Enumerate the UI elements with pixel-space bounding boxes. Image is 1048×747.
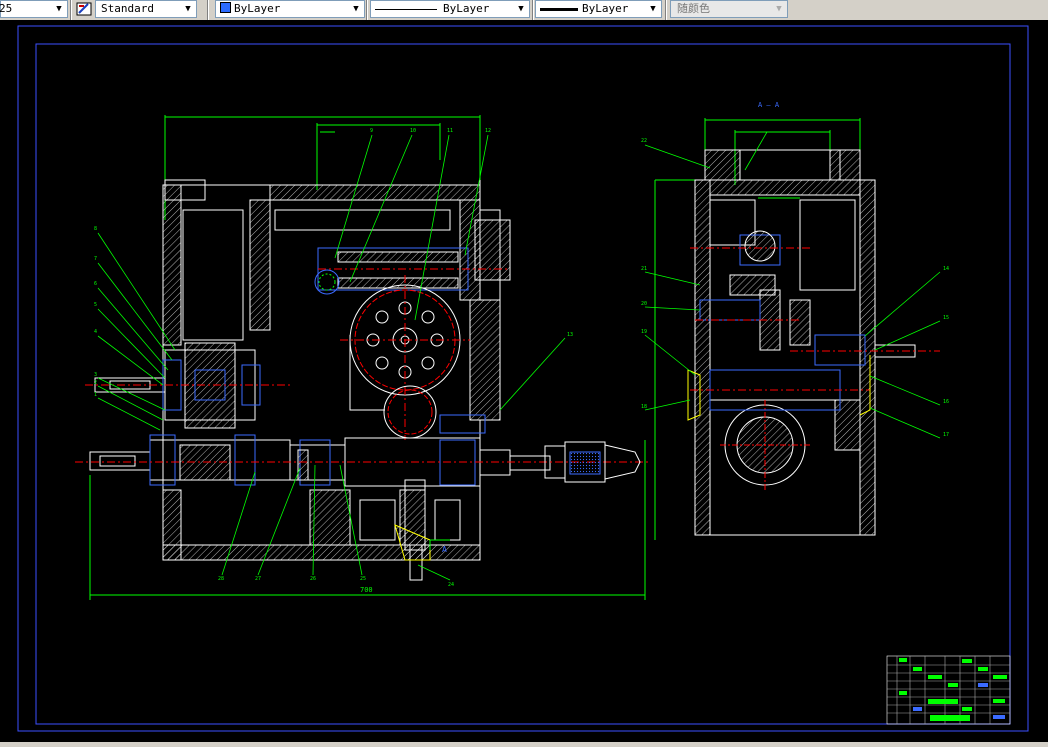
svg-text:21: 21 xyxy=(641,266,647,272)
svg-text:7: 7 xyxy=(94,256,97,262)
toolbar-separator xyxy=(532,0,534,20)
chevron-down-icon: ▼ xyxy=(185,4,191,14)
section-label: A — A xyxy=(758,101,780,109)
lineweight-value: ByLayer xyxy=(582,2,629,15)
color-dropdown[interactable]: ByLayer ▼ xyxy=(215,0,365,18)
svg-text:24: 24 xyxy=(448,582,454,588)
svg-text:14: 14 xyxy=(943,266,949,272)
linetype-value-wrap: ByLayer xyxy=(375,1,489,17)
color-swatch-icon xyxy=(220,2,231,13)
svg-text:16: 16 xyxy=(943,399,949,405)
plot-style-dropdown[interactable]: 随颜色 ▼ xyxy=(670,0,788,18)
svg-text:9: 9 xyxy=(370,128,373,134)
linetype-sample-icon xyxy=(375,8,437,10)
svg-text:6: 6 xyxy=(94,281,97,287)
lineweight-sample-icon xyxy=(540,7,578,11)
svg-text:11: 11 xyxy=(447,128,453,134)
cut-marker-label: A xyxy=(442,545,447,554)
chevron-down-icon: ▼ xyxy=(56,4,62,14)
lineweight-value-wrap: ByLayer xyxy=(540,1,628,17)
lineweight-dropdown[interactable]: ByLayer ▼ xyxy=(535,0,662,18)
svg-text:3: 3 xyxy=(94,372,97,378)
svg-text:12: 12 xyxy=(485,128,491,134)
text-style-icon[interactable] xyxy=(76,1,92,17)
toolbar-separator xyxy=(665,0,667,20)
svg-text:2: 2 xyxy=(94,380,97,386)
svg-text:19: 19 xyxy=(641,329,647,335)
svg-text:25: 25 xyxy=(360,576,366,582)
chevron-down-icon: ▼ xyxy=(650,4,656,14)
toolbar-separator xyxy=(207,0,209,20)
cad-drawing: 876 543 21 9 10 11 12 13 28 27 26 2524 2221201… xyxy=(17,25,1029,732)
svg-text:22: 22 xyxy=(641,138,647,144)
svg-text:20: 20 xyxy=(641,301,647,307)
linetype-dropdown[interactable]: ByLayer ▼ xyxy=(370,0,530,18)
plot-style-value: 随颜色 xyxy=(677,2,710,15)
main-section-view xyxy=(75,115,650,600)
status-bar xyxy=(0,742,1048,747)
linetype-value: ByLayer xyxy=(443,2,490,15)
chevron-down-icon: ▼ xyxy=(776,4,782,14)
svg-text:27: 27 xyxy=(255,576,261,582)
svg-text:8: 8 xyxy=(94,226,97,232)
drawing-canvas[interactable]: 876 543 21 9 10 11 12 13 28 27 26 25 24 22 21 20 1… xyxy=(0,20,1048,747)
title-block xyxy=(886,655,1011,725)
svg-text:13: 13 xyxy=(567,332,573,338)
svg-text:18: 18 xyxy=(641,404,647,410)
svg-text:1: 1 xyxy=(94,392,97,398)
properties-toolbar: 25 ▼ Standard ▼ ByLayer ▼ ByLayer ▼ ByLa… xyxy=(0,0,1048,21)
svg-text:28: 28 xyxy=(218,576,224,582)
svg-text:5: 5 xyxy=(94,302,97,308)
color-value-wrap: ByLayer xyxy=(220,1,280,17)
svg-text:17: 17 xyxy=(943,432,949,438)
chevron-down-icon: ▼ xyxy=(518,4,524,14)
svg-text:26: 26 xyxy=(310,576,316,582)
svg-text:10: 10 xyxy=(410,128,416,134)
toolbar-separator xyxy=(366,0,368,20)
scale-dropdown[interactable]: 25 ▼ xyxy=(0,0,68,18)
chevron-down-icon: ▼ xyxy=(353,4,359,14)
svg-text:4: 4 xyxy=(94,329,97,335)
text-style-dropdown[interactable]: Standard ▼ xyxy=(95,0,197,18)
svg-text:15: 15 xyxy=(943,315,949,321)
section-a-a-view xyxy=(654,118,940,540)
text-style-value: Standard xyxy=(101,2,154,15)
overall-dimension-label: 700 xyxy=(360,586,373,594)
toolbar-separator xyxy=(70,0,72,20)
color-value: ByLayer xyxy=(234,2,281,15)
scale-value: 25 xyxy=(0,2,13,15)
